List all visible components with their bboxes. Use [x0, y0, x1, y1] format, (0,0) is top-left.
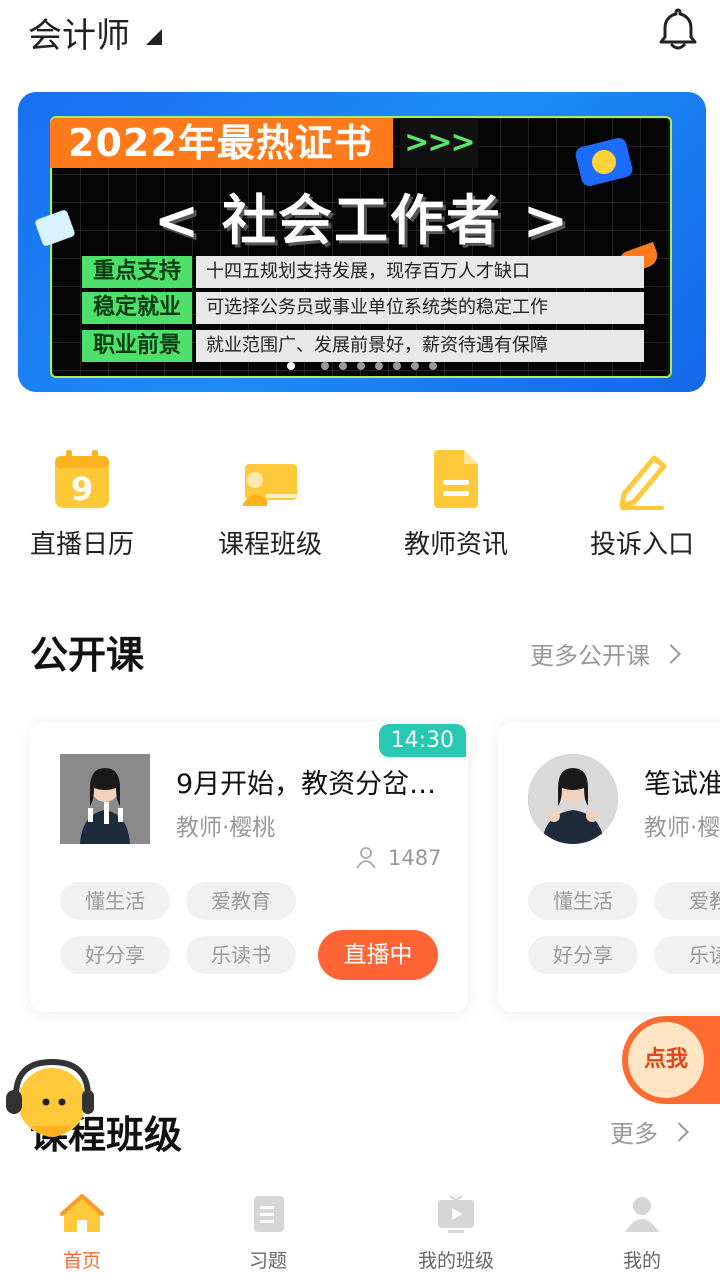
course-tag: 爱教 [654, 882, 720, 920]
chevron-right-icon [669, 1121, 689, 1142]
course-title: 9月开始，教资分岔… [176, 769, 437, 800]
banner-row-key: 重点支持 [82, 256, 192, 288]
viewer-count: 1487 [356, 846, 441, 870]
tab-label: 我的 [622, 1250, 661, 1272]
banner-row-key: 职业前景 [82, 330, 192, 362]
course-title: 笔试准 [644, 769, 720, 800]
carousel-dot[interactable] [393, 362, 401, 370]
course-tag: 乐读书 [186, 936, 296, 974]
chevron-right-icon [713, 1047, 720, 1065]
quick-item-label: 投诉入口 [589, 530, 694, 560]
teacher-name: 教师·樱桃 [176, 815, 276, 841]
quick-item-complaint[interactable]: 投诉入口 [552, 440, 720, 570]
teacher-avatar [60, 754, 150, 844]
carousel-dot[interactable] [321, 362, 329, 370]
banner-row-value: 十四五规划支持发展，现存百万人才缺口 [196, 256, 644, 288]
document-icon [434, 450, 478, 508]
tab-home[interactable]: 首页 [0, 1182, 172, 1280]
course-tag: 乐读 [654, 936, 720, 974]
banner-ribbon: 2022年最热证书 [50, 118, 393, 168]
quick-item-label: 教师资讯 [403, 530, 508, 560]
banner-row: 重点支持 十四五规划支持发展，现存百万人才缺口 [82, 256, 644, 288]
carousel-dot[interactable] [375, 362, 383, 370]
teacher-avatar [528, 754, 618, 844]
calendar-icon: 9 [55, 450, 109, 508]
quick-menu: 9 直播日历 课程班级 教师资讯 投诉入口 [0, 440, 720, 570]
home-icon [60, 1194, 104, 1232]
more-label: 更多公开课 [530, 642, 650, 670]
carousel-dot[interactable] [339, 362, 347, 370]
user-icon [625, 1197, 659, 1232]
course-tag: 懂生活 [60, 882, 170, 920]
more-open-courses-link[interactable]: 更多公开课 [530, 636, 681, 671]
section-title-open-courses: 公开课 [30, 633, 145, 677]
quick-item-live-calendar[interactable]: 9 直播日历 [0, 440, 172, 570]
tab-label: 我的班级 [417, 1250, 494, 1272]
chevron-right-icon [661, 643, 681, 664]
top-bar: 会计师 [0, 0, 720, 64]
tab-exercises[interactable]: 习题 [178, 1182, 358, 1280]
quick-item-label: 直播日历 [29, 530, 134, 560]
tab-mine[interactable]: 我的 [552, 1182, 720, 1280]
banner-arrows: >>> [400, 118, 478, 168]
live-now-button[interactable]: 直播中 [318, 930, 438, 980]
carousel-dot[interactable] [357, 362, 365, 370]
teacher-name: 教师·樱 [644, 815, 720, 841]
course-tag: 好分享 [528, 936, 638, 974]
tab-label: 习题 [248, 1250, 287, 1272]
course-tag: 爱教育 [186, 882, 296, 920]
banner-headline: < 社会工作者 > [153, 189, 571, 252]
promo-banner[interactable]: 2022年最热证书 >>> < 社会工作者 > 重点支持 十四五规划支持发展，现… [18, 92, 706, 392]
quick-item-teacher-news[interactable]: 教师资讯 [366, 440, 546, 570]
customer-service-mascot-icon[interactable] [2, 1056, 98, 1146]
quick-item-label: 课程班级 [217, 530, 322, 560]
banner-row-value: 就业范围广、发展前景好，薪资待遇有保障 [196, 330, 644, 362]
carousel-dot[interactable] [429, 362, 437, 370]
teacher-photo [528, 754, 618, 844]
carousel-dot[interactable] [287, 362, 295, 370]
exercise-icon [254, 1196, 284, 1232]
category-selector[interactable]: 会计师 [28, 8, 162, 57]
home-screen: 会计师 2022年最热证书 >>> < 社会工作者 > 重点支持 十四五规划支持… [0, 0, 720, 1280]
banner-row-key: 稳定就业 [82, 292, 192, 324]
person-icon [356, 847, 376, 869]
course-tag: 好分享 [60, 936, 170, 974]
category-label: 会计师 [28, 16, 130, 56]
classroom-icon [243, 464, 297, 506]
course-tag: 懂生活 [528, 882, 638, 920]
banner-row: 稳定就业 可选择公务员或事业单位系统类的稳定工作 [82, 292, 644, 324]
more-label: 更多 [610, 1120, 658, 1148]
carousel-dot[interactable] [411, 362, 419, 370]
svg-text:9: 9 [71, 470, 93, 508]
click-me-label: 点我 [628, 1022, 704, 1098]
quick-item-course-class[interactable]: 课程班级 [180, 440, 360, 570]
viewer-count-value: 1487 [388, 846, 442, 870]
bell-icon[interactable] [656, 6, 700, 52]
pencil-icon [619, 455, 667, 510]
video-class-icon [438, 1195, 474, 1233]
tab-label: 首页 [62, 1250, 101, 1272]
start-time-badge: 14:30 [378, 724, 466, 757]
banner-row-value: 可选择公务员或事业单位系统类的稳定工作 [196, 292, 644, 324]
course-card[interactable]: 笔试准 教师·樱 懂生活 爱教 好分享 乐读 [498, 722, 720, 1012]
more-course-classes-link[interactable]: 更多 [610, 1114, 689, 1149]
carousel-dots[interactable] [18, 362, 706, 370]
bottom-tab-bar: 首页 习题 我的班级 我的 [0, 1182, 720, 1280]
tab-my-class[interactable]: 我的班级 [366, 1182, 546, 1280]
course-card[interactable]: 14:30 9月开始，教资分岔… 教师·樱桃 1487 懂生活 爱教育 好分享 … [30, 722, 468, 1012]
dropdown-triangle-icon [146, 28, 162, 45]
teacher-photo [60, 754, 150, 844]
banner-row: 职业前景 就业范围广、发展前景好，薪资待遇有保障 [82, 330, 644, 362]
floating-click-me-button[interactable]: 点我 [622, 1016, 720, 1104]
